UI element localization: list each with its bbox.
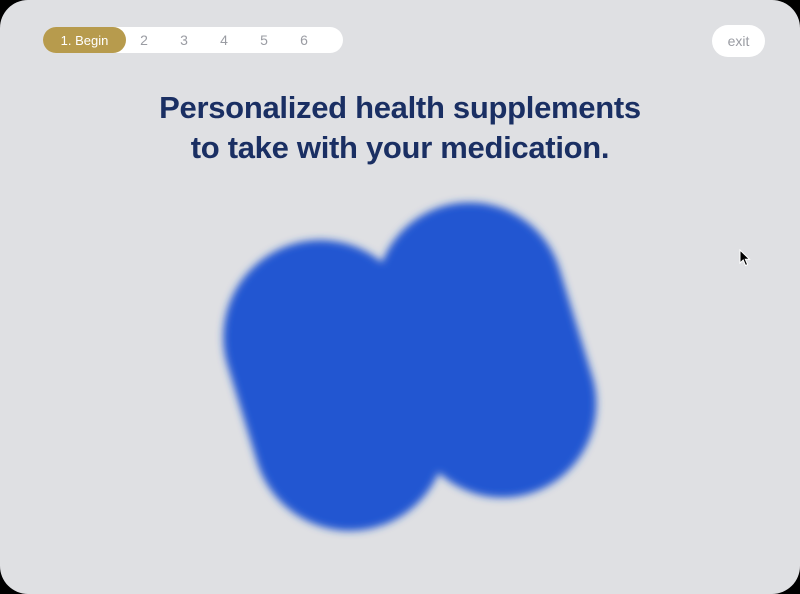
exit-button[interactable]: exit <box>712 25 765 57</box>
step-list: 2 3 4 5 6 <box>124 32 324 48</box>
progress-steps: 1. Begin 2 3 4 5 6 <box>43 27 343 53</box>
step-begin[interactable]: 1. Begin <box>43 27 126 53</box>
step-2[interactable]: 2 <box>124 32 164 48</box>
step-3[interactable]: 3 <box>164 32 204 48</box>
step-6[interactable]: 6 <box>284 32 324 48</box>
step-4[interactable]: 4 <box>204 32 244 48</box>
page-title: Personalized health supplements to take … <box>0 88 800 168</box>
step-5[interactable]: 5 <box>244 32 284 48</box>
title-line-2: to take with your medication. <box>190 130 610 165</box>
title-line-1: Personalized health supplements <box>159 90 641 125</box>
app-window: 1. Begin 2 3 4 5 6 exit Personalized hea… <box>0 0 800 594</box>
mouse-cursor-icon <box>739 249 751 267</box>
